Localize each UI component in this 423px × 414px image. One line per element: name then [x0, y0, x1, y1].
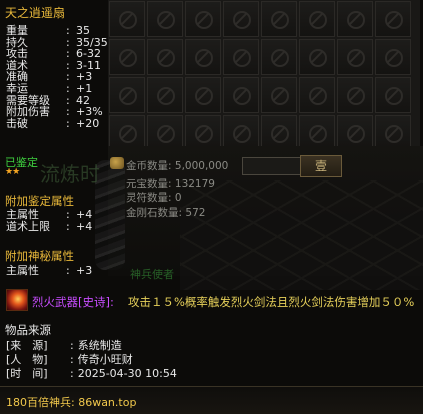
stat-row: 击破: +20	[6, 116, 100, 130]
source-title: 物品来源	[5, 323, 51, 337]
inventory-slot[interactable]	[337, 1, 373, 37]
footer-text: 180百倍神兵: 86wan.top	[6, 396, 137, 409]
yuanbao-label: 元宝数量	[126, 178, 168, 190]
inventory-slot[interactable]	[147, 39, 183, 75]
flame-skill-icon	[6, 289, 28, 311]
inventory-slot[interactable]	[185, 39, 221, 75]
stat-value: +20	[76, 116, 100, 130]
inventory-slot[interactable]	[375, 1, 411, 37]
identify-section-title: 附加鉴定属性	[5, 194, 74, 208]
diamond-value: 572	[185, 207, 206, 219]
skill-name: 烈火武器[史诗]:	[32, 295, 114, 309]
yuanbao-amount-row: 元宝数量: 132179	[126, 178, 215, 190]
gold-label: 金币数量	[126, 160, 168, 172]
identify-stat-key: 道术上限	[6, 220, 50, 233]
lingfu-label: 灵符数量	[126, 192, 168, 204]
inventory-slot[interactable]	[375, 77, 411, 113]
inventory-slot[interactable]	[261, 77, 297, 113]
confirm-button[interactable]: 壹	[300, 155, 342, 177]
source-row: [时 间]:2025-04-30 10:54	[6, 367, 177, 380]
inventory-slot[interactable]	[147, 1, 183, 37]
mystic-stat-key: 主属性	[6, 264, 39, 277]
source-value: 系统制造	[77, 339, 122, 352]
source-colon: :	[70, 353, 74, 366]
inventory-slot[interactable]	[185, 77, 221, 113]
gold-coin-icon	[110, 157, 124, 169]
mystic-stat-colon: :	[66, 264, 70, 277]
mystic-section-title: 附加神秘属性	[5, 249, 74, 263]
inventory-grid	[108, 0, 420, 151]
inventory-slot[interactable]	[261, 39, 297, 75]
inventory-slot[interactable]	[223, 1, 259, 37]
stat-key: 击破	[6, 116, 28, 130]
source-colon: :	[70, 339, 74, 352]
source-row: [来 源]: 系统制造	[6, 339, 122, 352]
inventory-slot[interactable]	[299, 77, 335, 113]
inventory-slot[interactable]	[223, 77, 259, 113]
background-ghost-text: 流炼时	[40, 162, 100, 186]
inventory-slot[interactable]	[185, 1, 221, 37]
diamond-label: 金刚石数量	[126, 207, 179, 219]
source-value: 传奇小旺财	[77, 353, 133, 366]
yuanbao-value: 132179	[174, 178, 215, 190]
inventory-slot[interactable]	[261, 1, 297, 37]
item-name: 天之逍遥扇	[5, 6, 66, 20]
mystic-stat-value: +3	[76, 264, 93, 277]
floor-tiles	[180, 180, 423, 290]
inventory-slot[interactable]	[299, 1, 335, 37]
skill-description: 攻击１５%概率触发烈火剑法且烈火剑法伤害增加５０%	[128, 295, 415, 309]
inventory-slot[interactable]	[337, 39, 373, 75]
source-key: [时 间]	[6, 367, 48, 380]
stat-colon: :	[66, 116, 70, 130]
source-key: [来 源]	[6, 339, 48, 352]
source-key: [人 物]	[6, 353, 48, 366]
inventory-slot[interactable]	[337, 77, 373, 113]
lingfu-amount-row: 灵符数量: 0	[126, 192, 182, 204]
gold-value: 5,000,000	[174, 160, 229, 172]
inventory-slot[interactable]	[223, 39, 259, 75]
identify-stat-row: 道术上限: +4	[6, 221, 92, 233]
inventory-slot[interactable]	[109, 77, 145, 113]
identify-stat-colon: :	[66, 220, 70, 233]
source-value: 2025-04-30 10:54	[77, 367, 177, 380]
source-colon: :	[70, 367, 74, 380]
diamond-amount-row: 金刚石数量: 572	[126, 207, 206, 219]
inventory-slot[interactable]	[375, 39, 411, 75]
npc-name: 神兵使者	[130, 268, 174, 281]
star-rating-icon: ★★	[5, 167, 20, 177]
gold-input-box[interactable]	[242, 157, 302, 175]
mystic-stat-row: 主属性: +3	[6, 265, 92, 277]
inventory-slot[interactable]	[109, 39, 145, 75]
lingfu-value: 0	[174, 192, 182, 204]
inventory-slot[interactable]	[299, 39, 335, 75]
inventory-slot[interactable]	[147, 77, 183, 113]
identify-stat-value: +4	[76, 220, 93, 233]
source-row: [人 物]: 传奇小旺财	[6, 353, 133, 366]
gold-amount-row: 金币数量: 5,000,000	[126, 160, 229, 172]
inventory-slot[interactable]	[109, 1, 145, 37]
